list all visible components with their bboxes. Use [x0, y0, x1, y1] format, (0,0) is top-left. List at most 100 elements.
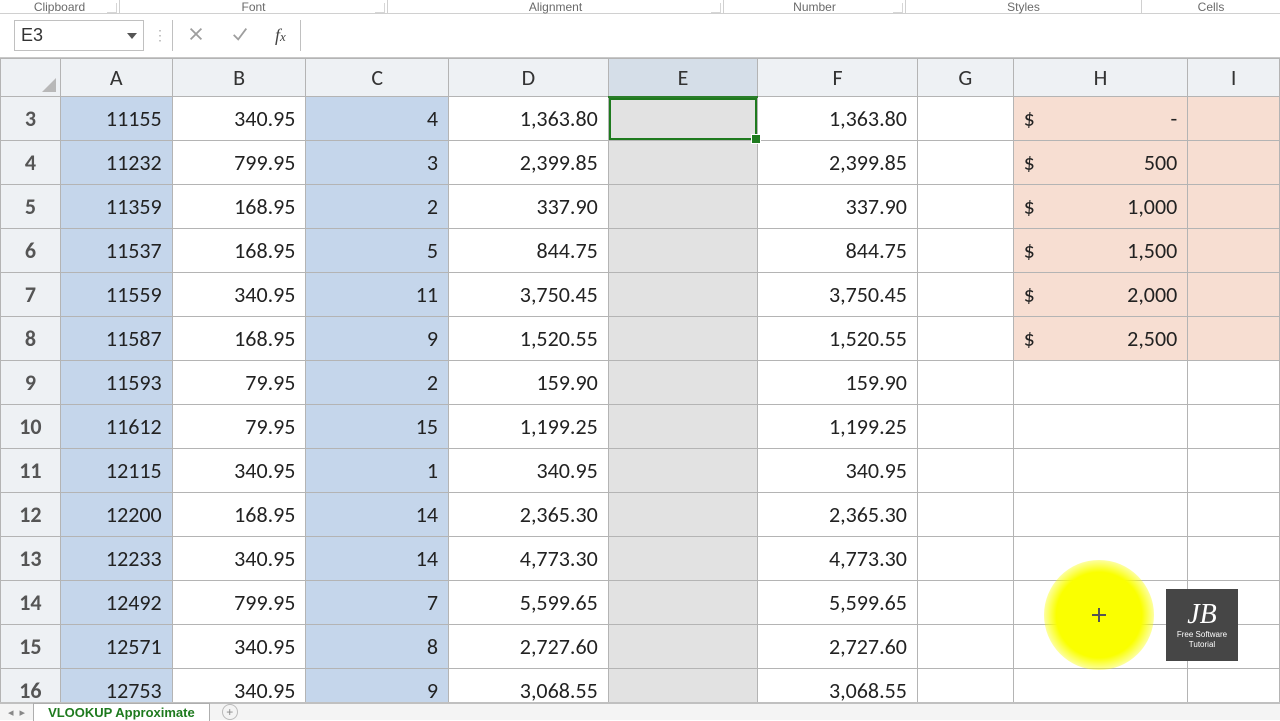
chevron-down-icon[interactable]: [127, 33, 137, 39]
row-header[interactable]: 3: [1, 97, 61, 141]
launcher-icon[interactable]: [107, 3, 117, 13]
cell[interactable]: [1013, 449, 1188, 493]
cell[interactable]: 3,750.45: [449, 273, 609, 317]
cell[interactable]: 340.95: [172, 273, 306, 317]
row-header[interactable]: 12: [1, 493, 61, 537]
cell[interactable]: [917, 185, 1013, 229]
cell[interactable]: [917, 97, 1013, 141]
cell[interactable]: [608, 229, 757, 273]
enter-icon[interactable]: [231, 25, 249, 46]
cell[interactable]: $2,000: [1013, 273, 1188, 317]
col-header-E[interactable]: E: [608, 59, 757, 97]
cell[interactable]: 11232: [60, 141, 172, 185]
cell[interactable]: [608, 493, 757, 537]
cell[interactable]: 168.95: [172, 229, 306, 273]
cell[interactable]: 11612: [60, 405, 172, 449]
cell[interactable]: 340.95: [172, 625, 306, 669]
cell[interactable]: [917, 581, 1013, 625]
cell[interactable]: [608, 625, 757, 669]
cell[interactable]: [1188, 185, 1280, 229]
grid-row[interactable]: 411232799.9532,399.852,399.85$500: [1, 141, 1280, 185]
col-header-D[interactable]: D: [449, 59, 609, 97]
cell[interactable]: 12233: [60, 537, 172, 581]
col-header-F[interactable]: F: [758, 59, 918, 97]
cell[interactable]: [1188, 317, 1280, 361]
cell[interactable]: 4: [306, 97, 449, 141]
col-header-I[interactable]: I: [1188, 59, 1280, 97]
cell[interactable]: 844.75: [758, 229, 918, 273]
cell[interactable]: 159.90: [449, 361, 609, 405]
cell[interactable]: 799.95: [172, 141, 306, 185]
cell[interactable]: 12492: [60, 581, 172, 625]
row-header[interactable]: 11: [1, 449, 61, 493]
cell[interactable]: 11587: [60, 317, 172, 361]
ribbon-group-font[interactable]: Font: [120, 0, 388, 13]
cell[interactable]: 1,520.55: [758, 317, 918, 361]
cell[interactable]: 2,727.60: [758, 625, 918, 669]
cell[interactable]: 79.95: [172, 361, 306, 405]
cell[interactable]: [1188, 273, 1280, 317]
cell[interactable]: [1188, 141, 1280, 185]
cell[interactable]: [917, 361, 1013, 405]
col-header-A[interactable]: A: [60, 59, 172, 97]
sheet-tab-active[interactable]: VLOOKUP Approximate: [33, 703, 210, 721]
tab-nav[interactable]: ◂▸: [0, 706, 33, 719]
ribbon-group-alignment[interactable]: Alignment: [388, 0, 724, 13]
launcher-icon[interactable]: [375, 3, 385, 13]
col-header-G[interactable]: G: [917, 59, 1013, 97]
cell[interactable]: 79.95: [172, 405, 306, 449]
cell[interactable]: 799.95: [172, 581, 306, 625]
cell[interactable]: 5: [306, 229, 449, 273]
cell[interactable]: [917, 493, 1013, 537]
cell[interactable]: 159.90: [758, 361, 918, 405]
cell[interactable]: [608, 317, 757, 361]
cell[interactable]: 14: [306, 493, 449, 537]
cell[interactable]: $-: [1013, 97, 1188, 141]
cell[interactable]: [917, 449, 1013, 493]
cell[interactable]: 5,599.65: [758, 581, 918, 625]
cell[interactable]: 11537: [60, 229, 172, 273]
cell[interactable]: [1013, 493, 1188, 537]
cell[interactable]: $2,500: [1013, 317, 1188, 361]
active-cell[interactable]: [608, 97, 757, 141]
cell[interactable]: 8: [306, 625, 449, 669]
cell[interactable]: [608, 361, 757, 405]
cell[interactable]: 3: [306, 141, 449, 185]
cell[interactable]: [1013, 361, 1188, 405]
launcher-icon[interactable]: [711, 3, 721, 13]
row-header[interactable]: 4: [1, 141, 61, 185]
cell[interactable]: [608, 449, 757, 493]
cell[interactable]: 11559: [60, 273, 172, 317]
cell[interactable]: [917, 405, 1013, 449]
col-header-C[interactable]: C: [306, 59, 449, 97]
cell[interactable]: [1188, 361, 1280, 405]
cell[interactable]: 4,773.30: [758, 537, 918, 581]
cell[interactable]: 168.95: [172, 185, 306, 229]
ribbon-group-clipboard[interactable]: Clipboard: [0, 0, 120, 13]
row-header[interactable]: 10: [1, 405, 61, 449]
col-header-H[interactable]: H: [1013, 59, 1188, 97]
cell[interactable]: 2,727.60: [449, 625, 609, 669]
cell[interactable]: $500: [1013, 141, 1188, 185]
cell[interactable]: 168.95: [172, 317, 306, 361]
cell[interactable]: 12571: [60, 625, 172, 669]
row-header[interactable]: 9: [1, 361, 61, 405]
grid-row[interactable]: 101161279.95151,199.251,199.25: [1, 405, 1280, 449]
grid-row[interactable]: 611537168.955844.75844.75$1,500: [1, 229, 1280, 273]
cell[interactable]: 340.95: [172, 449, 306, 493]
cell[interactable]: 1,520.55: [449, 317, 609, 361]
cell[interactable]: [917, 141, 1013, 185]
cell[interactable]: 340.95: [449, 449, 609, 493]
cell[interactable]: $1,000: [1013, 185, 1188, 229]
cell[interactable]: [608, 581, 757, 625]
cell[interactable]: 1,363.80: [758, 97, 918, 141]
col-header-B[interactable]: B: [172, 59, 306, 97]
name-box[interactable]: E3: [14, 20, 144, 51]
cell[interactable]: 2,365.30: [449, 493, 609, 537]
cell[interactable]: 337.90: [758, 185, 918, 229]
cell[interactable]: [608, 273, 757, 317]
cell[interactable]: [1188, 229, 1280, 273]
cell[interactable]: [608, 405, 757, 449]
cell[interactable]: 1,199.25: [758, 405, 918, 449]
cell[interactable]: 168.95: [172, 493, 306, 537]
